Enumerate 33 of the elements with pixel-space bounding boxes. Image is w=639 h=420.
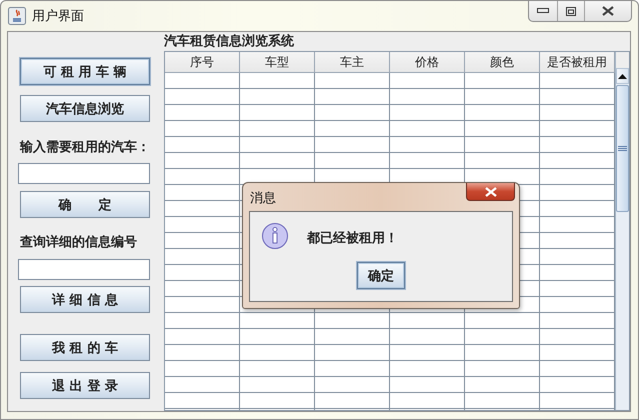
sidebar-button[interactable]: 汽车信息浏览	[20, 95, 150, 122]
column-header[interactable]: 车型	[240, 52, 315, 73]
scrollbar[interactable]	[615, 52, 629, 410]
close-button[interactable]	[466, 183, 515, 201]
sidebar-button[interactable]: 我 租 的 车	[20, 334, 150, 361]
sidebar-button[interactable]: 详 细 信 息	[20, 286, 150, 313]
maximize-icon	[566, 6, 576, 16]
field-label: 输入需要租用的汽车：	[20, 140, 151, 156]
app-icon	[8, 7, 26, 25]
column-header[interactable]: 序号	[165, 52, 240, 73]
sidebar-button[interactable]: 退 出 登 录	[20, 372, 150, 399]
sidebar-button[interactable]: 确 定	[20, 191, 150, 218]
column-header[interactable]: 价格	[390, 52, 465, 73]
info-icon	[261, 222, 289, 250]
ok-button[interactable]: 确定	[357, 262, 405, 289]
table-title: 汽车租赁信息浏览系统	[164, 34, 295, 50]
input-field[interactable]	[18, 163, 150, 184]
scrollbar-thumb[interactable]	[616, 85, 629, 212]
dialog-message: 都已经被租用！	[307, 230, 398, 247]
minimize-icon	[537, 8, 549, 14]
up-arrow-icon	[618, 74, 627, 78]
column-header[interactable]: 车主	[315, 52, 390, 73]
scroll-up-button[interactable]	[616, 68, 629, 84]
column-header[interactable]: 颜色	[465, 52, 540, 73]
close-icon	[484, 186, 498, 196]
sidebar-button[interactable]: 可 租 用 车 辆	[20, 58, 150, 85]
column-header[interactable]: 是否被租用	[540, 52, 615, 73]
close-icon	[601, 6, 615, 16]
field-label: 查询详细的信息编号	[20, 235, 138, 251]
window-title: 用户界面	[32, 8, 84, 25]
input-field[interactable]	[18, 259, 150, 280]
grip-icon	[618, 146, 627, 151]
dialog-title: 消息	[250, 190, 276, 207]
